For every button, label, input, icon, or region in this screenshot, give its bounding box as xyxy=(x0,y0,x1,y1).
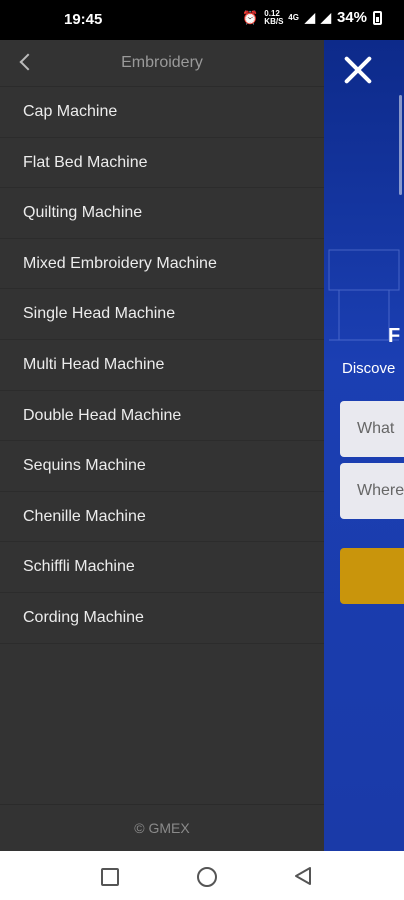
drawer-title: Embroidery xyxy=(121,54,203,71)
what-input[interactable]: What xyxy=(340,401,404,457)
menu-item-single-head-machine[interactable]: Single Head Machine xyxy=(0,289,324,340)
menu-item-double-head-machine[interactable]: Double Head Machine xyxy=(0,391,324,442)
back-triangle-icon[interactable] xyxy=(294,866,312,886)
network-type: 4G xyxy=(288,13,299,22)
status-bar: 19:45 ⏰ 0.12 KB/S 4G ◢ ◢ 34% xyxy=(0,0,404,40)
where-input[interactable]: Where xyxy=(340,463,404,519)
search-button[interactable] xyxy=(340,548,404,604)
hero-subtitle: Discove xyxy=(342,360,396,377)
menu-item-multi-head-machine[interactable]: Multi Head Machine xyxy=(0,340,324,391)
menu-item-cording-machine[interactable]: Cording Machine xyxy=(0,593,324,644)
signal-icon: ◢ xyxy=(304,9,315,25)
close-icon[interactable] xyxy=(340,52,376,88)
signal-icon-2: ◢ xyxy=(320,9,331,25)
battery-percent: 34% xyxy=(336,9,367,26)
hero-title: F xyxy=(388,325,401,347)
drawer-footer: © GMEX xyxy=(0,804,324,851)
system-nav-bar xyxy=(0,851,404,900)
status-icons: ⏰ 0.12 KB/S 4G ◢ ◢ 34% xyxy=(242,9,382,26)
menu-item-quilting-machine[interactable]: Quilting Machine xyxy=(0,188,324,239)
network-speed: 0.12 KB/S xyxy=(264,8,284,26)
menu-item-schiffli-machine[interactable]: Schiffli Machine xyxy=(0,542,324,593)
battery-icon xyxy=(373,10,382,25)
alarm-icon: ⏰ xyxy=(242,9,259,25)
status-time: 19:45 xyxy=(64,11,103,28)
drawer-header: Embroidery xyxy=(0,40,324,87)
home-icon[interactable] xyxy=(197,867,217,887)
menu-item-cap-machine[interactable]: Cap Machine xyxy=(0,87,324,138)
navigation-drawer: Embroidery Cap Machine Flat Bed Machine … xyxy=(0,40,324,851)
menu-item-mixed-embroidery-machine[interactable]: Mixed Embroidery Machine xyxy=(0,239,324,290)
menu-list: Cap Machine Flat Bed Machine Quilting Ma… xyxy=(0,87,324,644)
scroll-indicator xyxy=(399,95,402,195)
recents-icon[interactable] xyxy=(101,868,119,886)
menu-item-flat-bed-machine[interactable]: Flat Bed Machine xyxy=(0,138,324,189)
menu-item-chenille-machine[interactable]: Chenille Machine xyxy=(0,492,324,543)
menu-item-sequins-machine[interactable]: Sequins Machine xyxy=(0,441,324,492)
